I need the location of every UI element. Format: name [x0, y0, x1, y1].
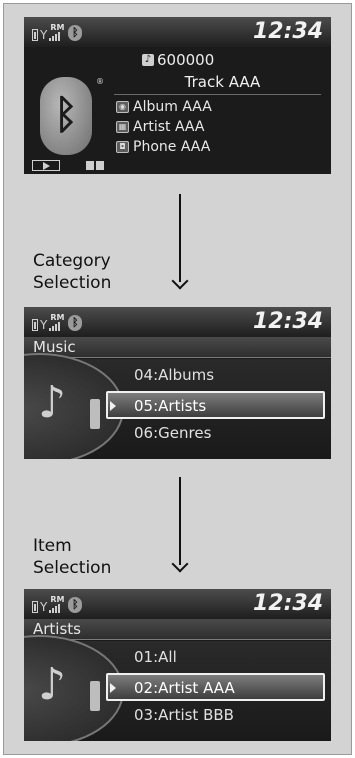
album-name: Album AAA [133, 99, 212, 115]
album-row: ◉ Album AAA [116, 98, 212, 116]
play-button[interactable] [32, 160, 60, 171]
category-selection-screen: Y RM ᛒ 12:34 Music ♪ 04:Albums 05:Artist… [24, 307, 331, 459]
selection-pointer-icon [110, 683, 116, 693]
phone-icon: ◘ [116, 141, 129, 153]
item-selection-label: Item Selection [33, 536, 112, 578]
music-note-icon: ♪ [38, 377, 67, 428]
list-header: Artists [24, 619, 331, 640]
artist-row: ▦ Artist AAA [116, 118, 204, 136]
selected-item-label: 05:Artists [134, 397, 207, 415]
bluetooth-icon: ᛒ [68, 315, 83, 331]
artist-name: Artist AAA [133, 119, 205, 135]
status-bar: Y RM ᛒ 12:34 [24, 307, 331, 337]
album-icon: ◉ [116, 101, 129, 113]
category-selection-label: Category Selection [33, 251, 112, 293]
selected-list-item[interactable]: 02:Artist AAA [106, 673, 325, 701]
roaming-indicator: RM [50, 595, 65, 604]
bluetooth-icon: ᛒ [68, 25, 83, 41]
down-arrow [179, 194, 181, 282]
clock: 12:34 [252, 19, 323, 44]
list-item[interactable]: 01:All [134, 647, 177, 667]
antenna-icon: Y [40, 318, 48, 332]
list-body: ♪ 01:All 02:Artist AAA 03:Artist BBB [24, 635, 331, 741]
bluetooth-icon: ᛒ [68, 597, 83, 613]
phone-row: ◘ Phone AAA [116, 138, 210, 156]
battery-icon [32, 601, 38, 613]
bluetooth-audio-icon: ᛒ [40, 77, 92, 155]
signal-strength-icon: RM [49, 596, 64, 613]
phone-name: Phone AAA [133, 139, 211, 155]
status-icons: Y RM ᛒ [32, 23, 83, 42]
pause-button[interactable] [86, 161, 104, 170]
music-note-icon: ♪ [38, 659, 67, 710]
signal-strength-icon: RM [49, 314, 64, 331]
dial-knob [90, 399, 100, 429]
clock: 12:34 [252, 309, 323, 334]
antenna-icon: Y [40, 600, 48, 614]
signal-strength-icon: RM [49, 24, 64, 41]
status-bar: Y RM ᛒ 12:34 [24, 589, 331, 619]
roaming-indicator: RM [50, 23, 65, 32]
list-item[interactable]: 03:Artist BBB [134, 705, 234, 725]
list-header: Music [24, 337, 331, 358]
dial-knob [90, 681, 100, 711]
status-icons: Y RM ᛒ [32, 595, 83, 614]
list-item[interactable]: 04:Albums [134, 365, 214, 385]
antenna-icon: Y [40, 28, 48, 42]
selected-list-item[interactable]: 05:Artists [106, 391, 325, 419]
item-selection-screen: Y RM ᛒ 12:34 Artists ♪ 01:All 02:Artist … [24, 589, 331, 741]
status-icons: Y RM ᛒ [32, 313, 83, 332]
selection-pointer-icon [110, 401, 116, 411]
clock: 12:34 [252, 591, 323, 616]
battery-icon [32, 319, 38, 331]
list-body: ♪ 04:Albums 05:Artists 06:Genres [24, 353, 331, 459]
track-number-value: 600000 [157, 51, 215, 69]
down-arrow [179, 477, 181, 565]
selected-item-label: 02:Artist AAA [134, 679, 235, 697]
registered-mark: ® [96, 77, 104, 86]
divider [114, 94, 321, 95]
list-item[interactable]: 06:Genres [134, 423, 211, 443]
status-bar: Y RM ᛒ 12:34 [24, 17, 331, 47]
battery-icon [32, 29, 38, 41]
track-number: ♪ 600000 [142, 51, 214, 69]
artist-icon: ▦ [116, 121, 129, 133]
roaming-indicator: RM [50, 313, 65, 322]
now-playing-screen: Y RM ᛒ 12:34 ᛒ ® ♪ 600000 Track AAA ◉ Al… [24, 17, 331, 174]
music-note-icon: ♪ [142, 54, 154, 66]
track-title: Track AAA [184, 73, 261, 91]
